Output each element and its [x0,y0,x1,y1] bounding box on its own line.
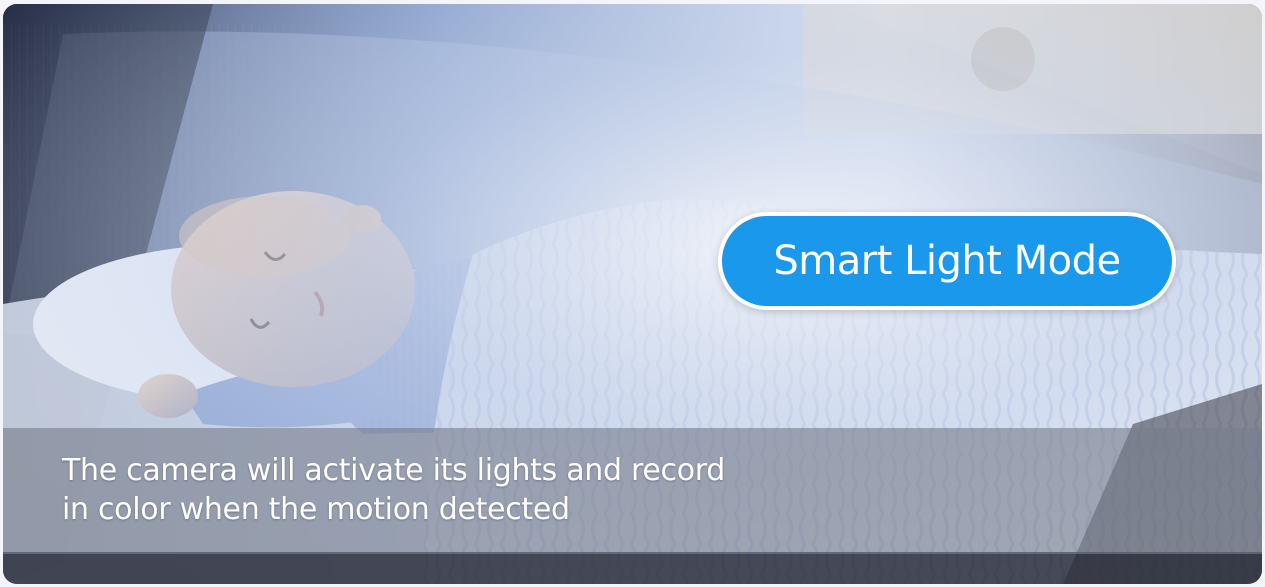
caption-text: The camera will activate its lights and … [62,451,782,529]
smart-light-mode-label: Smart Light Mode [773,238,1121,284]
smart-light-mode-button[interactable]: Smart Light Mode [718,212,1176,310]
caption-line-1: The camera will activate its lights and … [62,453,726,488]
caption-line-2: in color when the motion detected [62,492,570,527]
